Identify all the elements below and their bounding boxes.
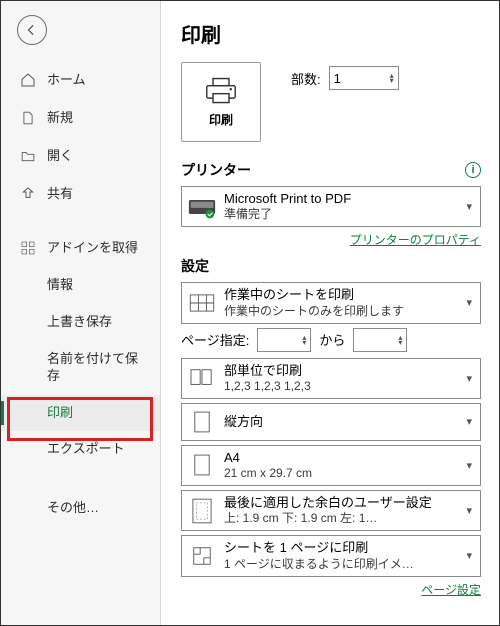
paper-icon	[188, 451, 216, 479]
printer-section-label: プリンター	[181, 160, 251, 180]
chevron-down-icon: ▾	[464, 504, 474, 517]
page-setup-link[interactable]: ページ設定	[421, 583, 481, 597]
margins-title: 最後に適用した余白のユーザー設定	[224, 495, 464, 511]
copies-label: 部数:	[291, 69, 321, 88]
back-button[interactable]	[17, 15, 47, 45]
orientation-select[interactable]: 縦方向 ▾	[181, 403, 481, 441]
sidebar-item-label: ホーム	[47, 72, 86, 89]
paper-size-select[interactable]: A4 21 cm x 29.7 cm ▾	[181, 445, 481, 486]
sidebar-item-label: アドインを取得	[47, 240, 138, 257]
scope-title: 作業中のシートを印刷	[224, 287, 464, 303]
orientation-title: 縦方向	[224, 414, 464, 430]
margins-sub: 上: 1.9 cm 下: 1.9 cm 左: 1…	[224, 511, 464, 526]
margins-select[interactable]: 最後に適用した余白のユーザー設定 上: 1.9 cm 下: 1.9 cm 左: …	[181, 490, 481, 531]
collate-select[interactable]: 部単位で印刷 1,2,3 1,2,3 1,2,3 ▾	[181, 358, 481, 399]
printer-status: 準備完了	[224, 207, 464, 222]
home-icon	[19, 71, 37, 89]
sidebar-item-label: 共有	[47, 186, 73, 203]
sidebar-item-more[interactable]: その他…	[1, 490, 160, 527]
sidebar-item-label: 情報	[47, 277, 73, 294]
printer-name: Microsoft Print to PDF	[224, 191, 464, 207]
scaling-title: シートを 1 ページに印刷	[224, 540, 464, 556]
share-icon	[19, 185, 37, 203]
sidebar-item-label: 新規	[47, 110, 73, 127]
spinner-icon[interactable]: ▴▾	[390, 73, 394, 83]
sidebar-item-addins[interactable]: アドインを取得	[1, 229, 160, 267]
sidebar-item-label: 開く	[47, 148, 73, 165]
sidebar-item-info[interactable]: 情報	[1, 267, 160, 304]
printer-select[interactable]: Microsoft Print to PDF 準備完了 ▾	[181, 186, 481, 227]
chevron-down-icon: ▾	[464, 296, 474, 309]
sheet-grid-icon	[188, 289, 216, 317]
sidebar-item-print[interactable]: 印刷	[1, 395, 160, 432]
page-from-input[interactable]: ▴▾	[257, 328, 311, 352]
spinner-icon[interactable]: ▴▾	[398, 335, 402, 345]
sidebar-item-label: 上書き保存	[47, 314, 112, 331]
print-panel: 印刷 印刷 部数: 1 ▴▾ プリンター i	[161, 1, 499, 625]
spinner-icon[interactable]: ▴▾	[302, 335, 306, 345]
sidebar-item-label: エクスポート	[47, 441, 125, 458]
sidebar-item-share[interactable]: 共有	[1, 175, 160, 213]
scaling-select[interactable]: シートを 1 ページに印刷 1 ページに収まるように印刷イメ… ▾	[181, 535, 481, 576]
printer-device-icon	[188, 193, 216, 221]
new-file-icon	[19, 109, 37, 127]
sidebar-item-new[interactable]: 新規	[1, 99, 160, 137]
printer-properties-link[interactable]: プリンターのプロパティ	[350, 233, 481, 247]
chevron-down-icon: ▾	[464, 200, 474, 213]
settings-section-label: 設定	[181, 256, 209, 276]
portrait-icon	[188, 408, 216, 436]
arrow-left-icon	[25, 23, 39, 37]
backstage-sidebar: ホーム 新規 開く 共有 アドインを取得 情報 上書き保存	[1, 1, 161, 625]
collate-icon	[188, 364, 216, 392]
copies-input[interactable]: 1 ▴▾	[329, 66, 399, 90]
collate-sub: 1,2,3 1,2,3 1,2,3	[224, 379, 464, 394]
paper-title: A4	[224, 450, 464, 466]
chevron-down-icon: ▾	[464, 372, 474, 385]
addins-icon	[19, 239, 37, 257]
chevron-down-icon: ▾	[464, 459, 474, 472]
sidebar-item-home[interactable]: ホーム	[1, 61, 160, 99]
sidebar-item-saveas[interactable]: 名前を付けて保存	[1, 341, 160, 395]
printer-icon	[205, 77, 237, 105]
print-button[interactable]: 印刷	[181, 62, 261, 142]
page-range-label: ページ指定:	[181, 330, 249, 349]
collate-title: 部単位で印刷	[224, 363, 464, 379]
sidebar-item-label: 名前を付けて保存	[47, 351, 150, 385]
scope-sub: 作業中のシートのみを印刷します	[224, 304, 464, 319]
info-icon[interactable]: i	[465, 162, 481, 178]
print-scope-select[interactable]: 作業中のシートを印刷 作業中のシートのみを印刷します ▾	[181, 282, 481, 323]
sidebar-item-label: 印刷	[47, 405, 73, 422]
margins-icon	[188, 497, 216, 525]
chevron-down-icon: ▾	[464, 549, 474, 562]
print-button-label: 印刷	[209, 111, 233, 128]
copies-value: 1	[334, 71, 341, 86]
chevron-down-icon: ▾	[464, 415, 474, 428]
sidebar-item-open[interactable]: 開く	[1, 137, 160, 175]
page-title: 印刷	[181, 19, 481, 48]
paper-sub: 21 cm x 29.7 cm	[224, 466, 464, 481]
sidebar-item-label: その他…	[47, 500, 99, 517]
page-to-label: から	[319, 330, 345, 349]
sidebar-item-export[interactable]: エクスポート	[1, 431, 160, 468]
sidebar-item-save[interactable]: 上書き保存	[1, 304, 160, 341]
scaling-sub: 1 ページに収まるように印刷イメ…	[224, 557, 464, 572]
page-to-input[interactable]: ▴▾	[353, 328, 407, 352]
fit-page-icon	[188, 542, 216, 570]
folder-open-icon	[19, 147, 37, 165]
